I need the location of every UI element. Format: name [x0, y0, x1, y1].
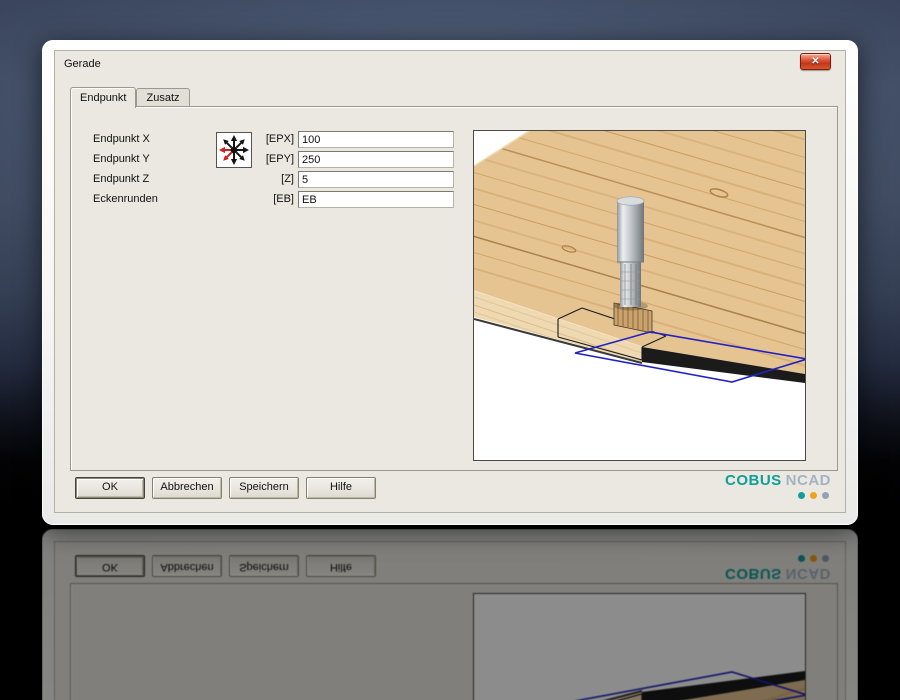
- endpunkt-y-input[interactable]: [298, 151, 454, 168]
- cancel-button[interactable]: Abbrechen: [152, 477, 222, 499]
- logo-dot-gray: [822, 492, 829, 499]
- desktop-background: Gerade ✕ Endpunkt Zusatz Endpunkt X Endp…: [0, 0, 900, 700]
- tab-strip: Endpunkt Zusatz: [70, 86, 190, 108]
- endpunkt-tab-page: Endpunkt X Endpunkt Y Endpunkt Z Eckenru…: [70, 106, 838, 471]
- eckenrunden-input[interactable]: [298, 191, 454, 208]
- close-button[interactable]: ✕: [800, 53, 831, 70]
- gerade-dialog: Gerade ✕ Endpunkt Zusatz Endpunkt X Endp…: [42, 40, 858, 525]
- logo-product: NCAD: [785, 472, 831, 489]
- epx-param-label: [EPX]: [265, 133, 294, 145]
- dialog-reflection: Gerade ✕ Endpunkt Zusatz Endpunkt X Endp…: [42, 529, 858, 700]
- save-button[interactable]: Speichern: [229, 477, 299, 499]
- z-param-label: [Z]: [281, 173, 294, 185]
- dialog-surface: Gerade ✕ Endpunkt Zusatz Endpunkt X Endp…: [54, 50, 846, 513]
- eckenrunden-label: Eckenrunden: [93, 193, 158, 205]
- help-button[interactable]: Hilfe: [306, 477, 376, 499]
- endpunkt-y-label: Endpunkt Y: [93, 153, 150, 165]
- eb-param-label: [EB]: [273, 193, 294, 205]
- logo-dot-orange: [810, 492, 817, 499]
- logo-dots: [725, 492, 829, 499]
- epy-param-label: [EPY]: [265, 153, 294, 165]
- endpunkt-x-label: Endpunkt X: [93, 133, 150, 145]
- endpunkt-x-input[interactable]: [298, 131, 454, 148]
- endpunkt-z-input[interactable]: [298, 171, 454, 188]
- milling-preview-image: [473, 130, 806, 461]
- window-title: Gerade: [64, 58, 101, 70]
- tab-endpunkt[interactable]: Endpunkt: [70, 87, 137, 108]
- ok-button[interactable]: OK: [75, 477, 145, 499]
- cobus-ncad-logo: COBUS NCAD: [725, 472, 831, 499]
- tab-zusatz[interactable]: Zusatz: [136, 88, 190, 106]
- direction-compass-icon: [216, 132, 252, 168]
- logo-dot-teal: [798, 492, 805, 499]
- title-bar[interactable]: Gerade ✕: [55, 51, 845, 77]
- logo-brand: COBUS: [724, 472, 782, 489]
- endpunkt-z-label: Endpunkt Z: [93, 173, 150, 185]
